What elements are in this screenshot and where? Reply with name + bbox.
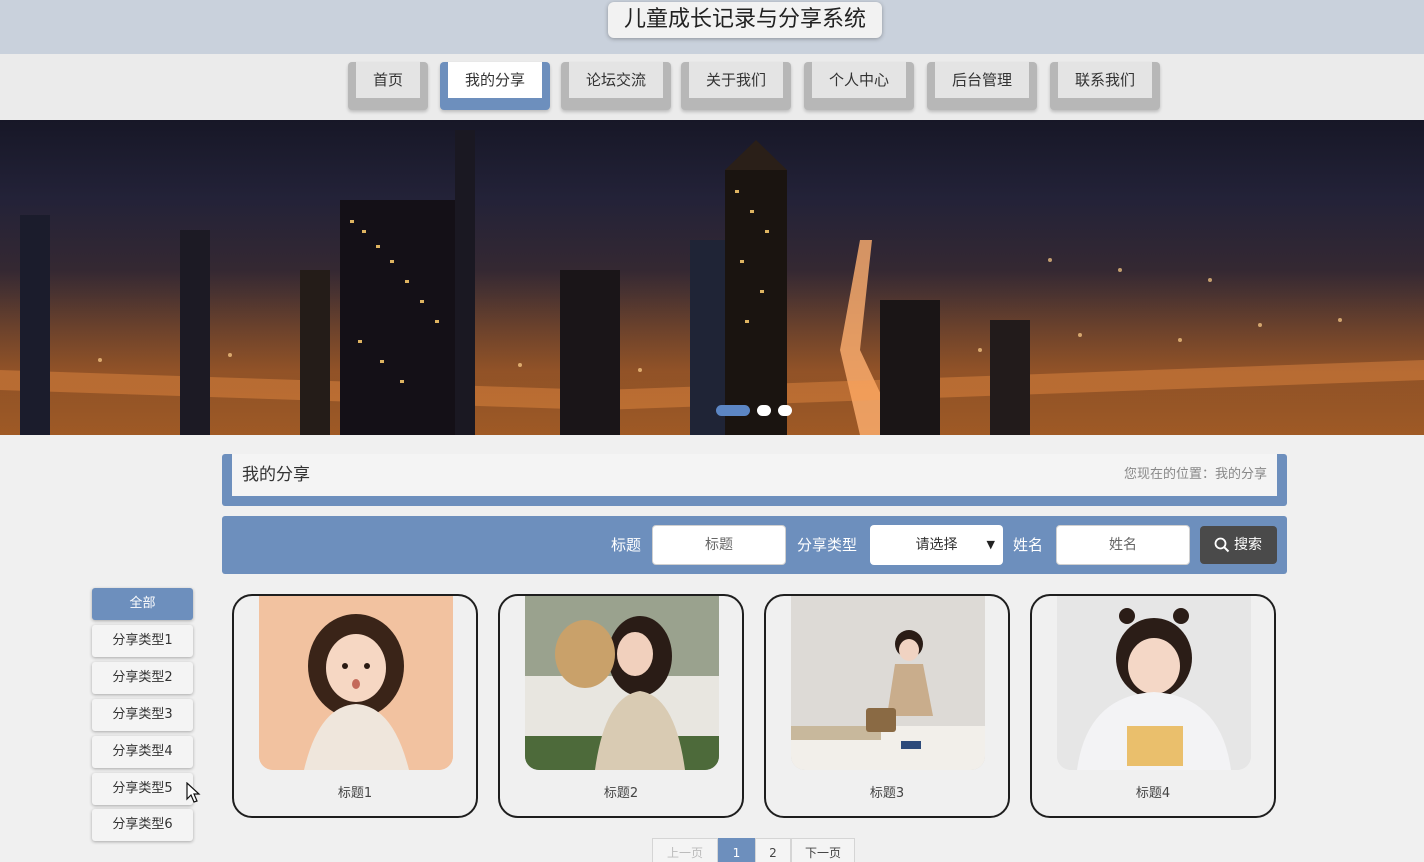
carousel-dot-active[interactable] xyxy=(716,405,750,416)
nav-item-contact[interactable]: 联系我们 xyxy=(1050,62,1160,110)
breadcrumb: 我的分享 您现在的位置：我的分享 xyxy=(222,454,1287,506)
type-select[interactable]: 请选择 ▼ xyxy=(870,525,1003,565)
search-button[interactable]: 搜索 xyxy=(1200,526,1277,564)
type-label: 分享类型 xyxy=(797,536,858,554)
card-caption: 标题2 xyxy=(603,786,639,801)
site-title: 儿童成长记录与分享系统 xyxy=(608,2,882,38)
card-caption: 标题4 xyxy=(1135,786,1171,801)
page-2-button[interactable]: 2 xyxy=(755,838,791,862)
sidebar-item-type3[interactable]: 分享类型3 xyxy=(92,699,193,731)
main-nav: 首页 我的分享 论坛交流 关于我们 个人中心 后台管理 联系我们 xyxy=(0,54,1424,120)
name-search-input[interactable] xyxy=(1056,525,1190,565)
sidebar-item-type1[interactable]: 分享类型1 xyxy=(92,625,193,657)
nav-item-label: 我的分享 xyxy=(448,62,542,98)
nav-item-admin[interactable]: 后台管理 xyxy=(927,62,1037,110)
banner-carousel[interactable] xyxy=(0,120,1424,435)
nav-item-label: 首页 xyxy=(356,62,420,98)
sidebar-item-type5[interactable]: 分享类型5 xyxy=(92,773,193,805)
card-caption: 标题1 xyxy=(337,786,373,801)
nav-item-label: 后台管理 xyxy=(935,62,1029,98)
location-text: 您现在的位置：我的分享 xyxy=(1123,467,1267,482)
breadcrumb-inner: 我的分享 您现在的位置：我的分享 xyxy=(232,454,1277,496)
share-card[interactable]: 标题2 xyxy=(498,594,744,818)
title-search-input[interactable] xyxy=(652,525,786,565)
card-photo[interactable] xyxy=(259,596,453,770)
card-photo[interactable] xyxy=(525,596,719,770)
child-photo-image xyxy=(259,596,453,770)
sidebar-item-type4[interactable]: 分享类型4 xyxy=(92,736,193,768)
child-photo-image xyxy=(791,596,985,770)
sidebar-item-type2[interactable]: 分享类型2 xyxy=(92,662,193,694)
type-select-value: 请选择 xyxy=(915,537,958,553)
carousel-dot[interactable] xyxy=(757,405,771,416)
share-card[interactable]: 标题3 xyxy=(764,594,1010,818)
page-1-button[interactable]: 1 xyxy=(718,838,755,862)
nav-item-home[interactable]: 首页 xyxy=(348,62,428,110)
card-photo[interactable] xyxy=(1057,596,1251,770)
mouse-cursor-icon xyxy=(186,782,201,803)
share-card[interactable]: 标题1 xyxy=(232,594,478,818)
nav-item-profile[interactable]: 个人中心 xyxy=(804,62,914,110)
nav-item-label: 联系我们 xyxy=(1058,62,1152,98)
nav-item-label: 个人中心 xyxy=(812,62,906,98)
next-page-button[interactable]: 下一页 xyxy=(791,838,855,862)
nav-item-about[interactable]: 关于我们 xyxy=(681,62,791,110)
sidebar-item-type6[interactable]: 分享类型6 xyxy=(92,809,193,841)
name-label: 姓名 xyxy=(1013,536,1044,554)
search-bar: 标题 分享类型 请选择 ▼ 姓名 搜索 xyxy=(222,516,1287,574)
prev-page-button[interactable]: 上一页 xyxy=(652,838,718,862)
sidebar-item-all[interactable]: 全部 xyxy=(92,588,193,620)
nav-item-label: 论坛交流 xyxy=(569,62,663,98)
share-card[interactable]: 标题4 xyxy=(1030,594,1276,818)
nav-item-forum[interactable]: 论坛交流 xyxy=(561,62,671,110)
child-photo-image xyxy=(525,596,719,770)
search-icon xyxy=(1214,537,1230,553)
card-caption: 标题3 xyxy=(869,786,905,801)
nav-item-my-share[interactable]: 我的分享 xyxy=(440,62,550,110)
page-title: 我的分享 xyxy=(242,465,310,485)
child-photo-image xyxy=(1057,596,1251,770)
chevron-down-icon: ▼ xyxy=(986,538,995,551)
title-label: 标题 xyxy=(611,536,642,554)
carousel-indicators xyxy=(716,405,796,417)
site-header: 儿童成长记录与分享系统 xyxy=(0,0,1424,54)
card-photo[interactable] xyxy=(791,596,985,770)
city-night-image xyxy=(0,130,1424,435)
nav-item-label: 关于我们 xyxy=(689,62,783,98)
search-button-label: 搜索 xyxy=(1234,537,1262,553)
carousel-dot[interactable] xyxy=(778,405,792,416)
